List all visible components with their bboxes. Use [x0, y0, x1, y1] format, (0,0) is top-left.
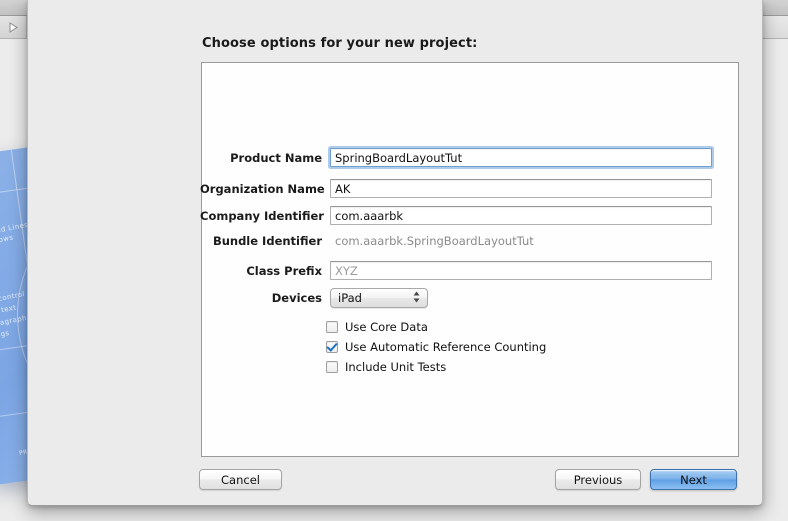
field-row-class-prefix: Class Prefix	[200, 261, 712, 280]
devices-selected-value: iPad	[338, 291, 362, 305]
label-product-name: Product Name	[230, 150, 322, 165]
core-data-label: Use Core Data	[345, 320, 428, 334]
field-row-company-identifier: Company Identifier	[200, 206, 712, 225]
devices-popup-button[interactable]: iPad	[330, 288, 428, 308]
core-data-checkbox[interactable]	[326, 321, 338, 333]
cancel-button[interactable]: Cancel	[199, 469, 282, 490]
checkbox-row-arc[interactable]: Use Automatic Reference Counting	[326, 340, 546, 354]
label-bundle-identifier: Bundle Identifier	[212, 234, 322, 248]
previous-button[interactable]: Previous	[555, 469, 641, 490]
automatic-reference-counting-label: Use Automatic Reference Counting	[345, 340, 547, 354]
class-prefix-input[interactable]	[330, 261, 712, 280]
checkbox-row-core-data[interactable]: Use Core Data	[326, 320, 428, 334]
label-organization-name: Organization Name	[200, 181, 325, 196]
bundle-identifier-value: com.aaarbk.SpringBoardLayoutTut	[335, 234, 534, 248]
project-options-form: Product Name Organization Name Company I…	[0, 0, 788, 521]
field-row-organization-name: Organization Name	[200, 179, 712, 198]
checkbox-row-unit-tests[interactable]: Include Unit Tests	[326, 360, 446, 374]
field-row-bundle-identifier: Bundle Identifier com.aaarbk.SpringBoard…	[200, 234, 534, 248]
organization-name-input[interactable]	[330, 179, 712, 198]
label-class-prefix: Class Prefix	[246, 263, 322, 278]
stepper-arrows-icon	[413, 289, 420, 308]
field-row-devices: Devices iPad	[200, 288, 428, 308]
product-name-input[interactable]	[330, 148, 712, 167]
label-devices: Devices	[271, 291, 322, 305]
screen: Breakpoints No Selection	[0, 0, 788, 521]
automatic-reference-counting-checkbox[interactable]	[326, 341, 338, 353]
company-identifier-input[interactable]	[330, 206, 712, 225]
label-company-identifier: Company Identifier	[200, 208, 324, 223]
include-unit-tests-label: Include Unit Tests	[345, 360, 447, 374]
field-row-product-name: Product Name	[200, 148, 712, 167]
next-button[interactable]: Next	[650, 469, 737, 490]
include-unit-tests-checkbox[interactable]	[326, 361, 338, 373]
